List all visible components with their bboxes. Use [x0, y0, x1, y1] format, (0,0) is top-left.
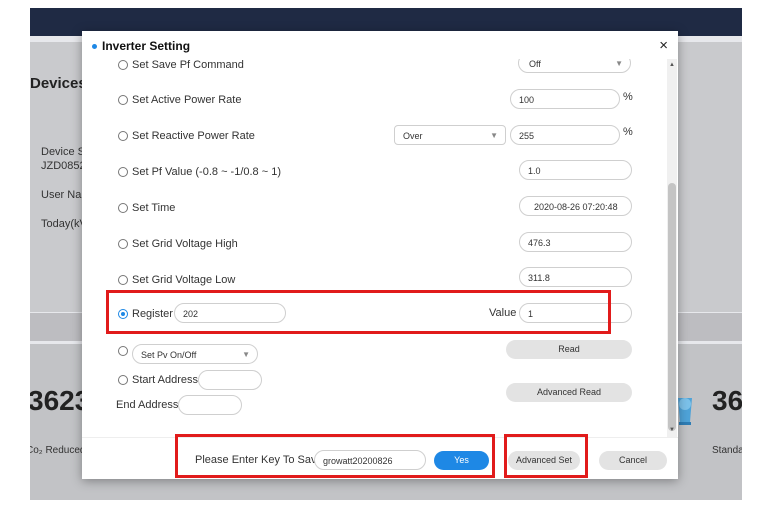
radio-reactive-power[interactable] [118, 131, 128, 141]
pf-command-value: Off [529, 59, 541, 69]
reactive-mode-select[interactable]: Over ▼ [394, 125, 506, 145]
label-active-power: Set Active Power Rate [132, 94, 242, 106]
close-icon[interactable]: × [659, 37, 668, 54]
inverter-setting-dialog: Inverter Setting × Set Save Pf Command O… [82, 31, 678, 479]
advanced-read-button[interactable]: Advanced Read [506, 383, 632, 402]
radio-pv[interactable] [118, 346, 128, 356]
grid-high-input[interactable]: 476.3 [519, 232, 632, 252]
scroll-up-icon[interactable]: ▲ [669, 62, 675, 68]
label-start-address: Start Address [132, 374, 199, 386]
standard-label: Standa [712, 445, 742, 456]
radio-grid-high[interactable] [118, 239, 128, 249]
read-button[interactable]: Read [506, 340, 632, 359]
dialog-title: Inverter Setting [102, 39, 191, 53]
pf-command-select[interactable]: Off ▼ [518, 59, 631, 73]
dialog-header: Inverter Setting × [82, 31, 678, 59]
grid-low-input[interactable]: 311.8 [519, 267, 632, 287]
pf-value-input[interactable]: 1.0 [519, 160, 632, 180]
radio-pf-command[interactable] [118, 60, 128, 70]
register-highlight-box [106, 290, 611, 334]
end-address-input[interactable] [178, 395, 242, 415]
scroll-down-icon[interactable]: ▼ [669, 427, 675, 433]
active-power-unit: % [623, 91, 633, 103]
cancel-button[interactable]: Cancel [599, 451, 667, 470]
label-pf-value: Set Pf Value (-0.8 ~ -1/0.8 ~ 1) [132, 166, 281, 178]
reactive-mode-value: Over [403, 131, 423, 141]
chevron-down-icon: ▼ [490, 131, 498, 140]
label-reactive-power: Set Reactive Power Rate [132, 130, 255, 142]
label-time: Set Time [132, 202, 176, 214]
reactive-power-input[interactable]: 255 [510, 125, 620, 145]
pv-select[interactable]: Set Pv On/Off ▼ [132, 344, 258, 364]
label-pf-command: Set Save Pf Command [132, 59, 244, 71]
label-end-address: End Address [116, 399, 179, 411]
radio-pf-value[interactable] [118, 167, 128, 177]
chevron-down-icon: ▼ [242, 350, 250, 359]
reactive-power-unit: % [623, 126, 633, 138]
standard-value: 36 [712, 385, 742, 416]
scrollbar[interactable]: ▲ ▼ [667, 59, 677, 437]
active-power-input[interactable]: 100 [510, 89, 620, 109]
radio-start-address[interactable] [118, 375, 128, 385]
today-label: Today(kV [41, 218, 87, 230]
devices-heading: Devices [30, 75, 87, 92]
label-grid-low: Set Grid Voltage Low [132, 274, 236, 286]
label-grid-high: Set Grid Voltage High [132, 238, 238, 250]
settings-list: Set Save Pf Command Off ▼ Set Active Pow… [82, 59, 668, 437]
advanced-set-highlight-box [504, 434, 588, 478]
time-input[interactable]: 2020-08-26 07:20:48 [519, 196, 632, 216]
co2-reduced-label: Co₂ Reduced [30, 445, 86, 456]
scroll-thumb[interactable] [668, 183, 676, 431]
title-dot-icon [92, 44, 97, 49]
radio-time[interactable] [118, 203, 128, 213]
device-sn-value: JZD0852 [41, 160, 86, 172]
chevron-down-icon: ▼ [615, 59, 623, 68]
user-name-label: User Nar [41, 189, 86, 201]
radio-active-power[interactable] [118, 95, 128, 105]
radio-grid-low[interactable] [118, 275, 128, 285]
key-save-highlight-box [175, 434, 495, 478]
pv-select-value: Set Pv On/Off [141, 350, 197, 360]
start-address-input[interactable] [198, 370, 262, 390]
